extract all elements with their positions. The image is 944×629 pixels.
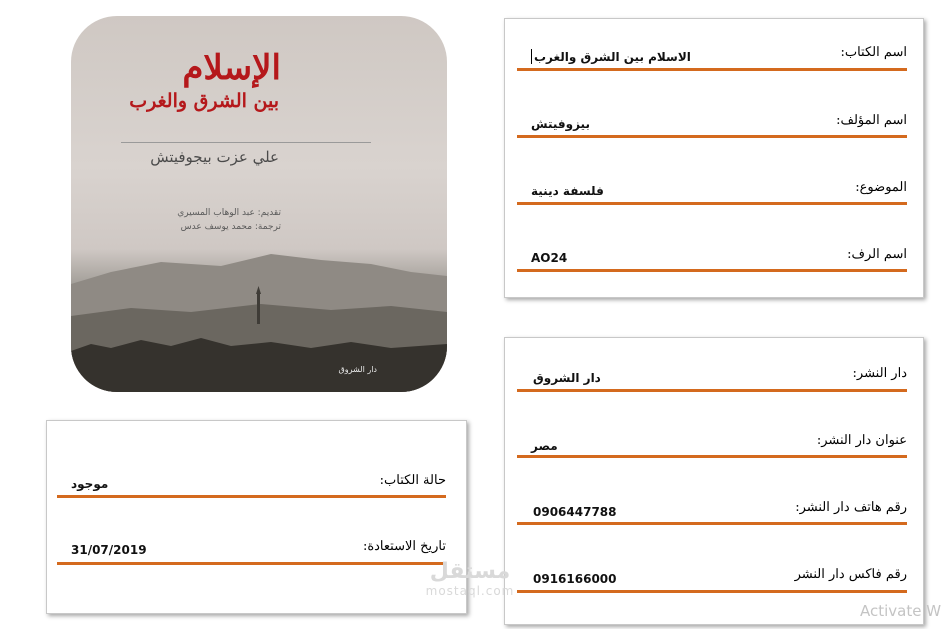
publisher-address-input[interactable]: مصر [531, 439, 558, 453]
book-title-field[interactable]: اسم الكتاب: الاسلام بين الشرق والغرب [517, 45, 907, 71]
text-caret [531, 49, 532, 64]
author-label: اسم المؤلف: [836, 113, 907, 128]
book-status-panel: حالة الكتاب: موجود تاريخ الاستعادة: 31/0… [46, 420, 467, 614]
book-info-panel: اسم الكتاب: الاسلام بين الشرق والغرب اسم… [504, 18, 924, 298]
book-title-value: الاسلام بين الشرق والغرب [534, 50, 691, 64]
cover-credits: تقديم: عبد الوهاب المسيري ترجمة: محمد يو… [177, 206, 281, 234]
shelf-input[interactable]: AO24 [531, 251, 567, 265]
return-date-label: تاريخ الاستعادة: [362, 539, 446, 554]
publisher-fax-label: رقم فاكس دار النشر [794, 567, 907, 582]
publisher-info-panel: دار النشر: دار الشروق عنوان دار النشر: م… [504, 337, 924, 625]
return-date-input[interactable]: 31/07/2019 [71, 543, 147, 557]
publisher-name-input[interactable]: دار الشروق [533, 371, 601, 385]
publisher-fax-input[interactable]: 0916166000 [533, 572, 617, 586]
cover-imprint: دار الشروق [338, 365, 377, 374]
shelf-label: اسم الرف: [847, 247, 907, 262]
book-status-label: حالة الكتاب: [379, 473, 446, 488]
publisher-fax-field[interactable]: رقم فاكس دار النشر 0916166000 [517, 567, 907, 593]
book-status-underline [57, 495, 446, 498]
publisher-phone-input[interactable]: 0906447788 [533, 505, 617, 519]
publisher-fax-underline [517, 590, 907, 593]
publisher-address-label: عنوان دار النشر: [816, 433, 907, 448]
subject-label: الموضوع: [855, 180, 907, 195]
publisher-phone-underline [517, 522, 907, 525]
author-input[interactable]: بيزوفيتش [531, 117, 590, 131]
book-title-underline [517, 68, 907, 71]
book-title-input[interactable]: الاسلام بين الشرق والغرب [531, 49, 691, 64]
shelf-underline [517, 269, 907, 272]
cover-credit-translation: ترجمة: محمد يوسف عدس [180, 222, 281, 232]
publisher-name-field[interactable]: دار النشر: دار الشروق [517, 366, 907, 392]
activate-windows-text: Activate W [860, 602, 942, 620]
cover-title: الإسلام [182, 48, 281, 88]
book-status-input[interactable]: موجود [71, 477, 108, 491]
publisher-phone-field[interactable]: رقم هاتف دار النشر: 0906447788 [517, 500, 907, 526]
mostaql-watermark: مستقل mostaql.com [408, 559, 532, 599]
author-underline [517, 135, 907, 138]
cover-author: علي عزت بيجوفيتش [150, 148, 279, 166]
subject-field[interactable]: الموضوع: فلسفة دينية [517, 180, 907, 206]
publisher-address-field[interactable]: عنوان دار النشر: مصر [517, 433, 907, 459]
return-date-underline [57, 562, 446, 565]
watermark-arabic: مستقل [429, 559, 511, 584]
watermark-latin: mostaql.com [425, 584, 515, 598]
subject-input[interactable]: فلسفة دينية [531, 184, 604, 198]
cover-subtitle: بين الشرق والغرب [129, 90, 279, 112]
publisher-name-underline [517, 389, 907, 392]
shelf-field[interactable]: اسم الرف: AO24 [517, 247, 907, 273]
subject-underline [517, 202, 907, 205]
cover-credit-intro: تقديم: عبد الوهاب المسيري [177, 208, 281, 218]
book-cover-image: الإسلام بين الشرق والغرب علي عزت بيجوفيت… [71, 16, 447, 392]
cover-divider [121, 142, 371, 143]
return-date-field[interactable]: تاريخ الاستعادة: 31/07/2019 [57, 539, 446, 565]
publisher-phone-label: رقم هاتف دار النشر: [795, 500, 907, 515]
book-status-field[interactable]: حالة الكتاب: موجود [57, 473, 446, 499]
publisher-name-label: دار النشر: [852, 366, 907, 381]
publisher-address-underline [517, 455, 907, 458]
author-field[interactable]: اسم المؤلف: بيزوفيتش [517, 113, 907, 139]
book-title-label: اسم الكتاب: [840, 45, 907, 60]
